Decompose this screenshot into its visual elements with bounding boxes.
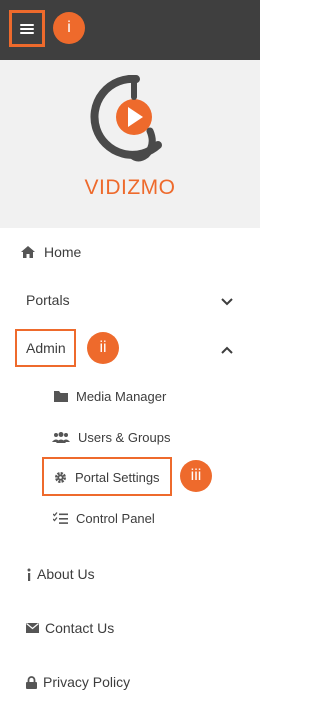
nav-privacy-policy[interactable]: Privacy Policy (25, 672, 130, 692)
gear-icon (53, 471, 67, 484)
chevron-down-icon (220, 294, 234, 310)
privacy-policy-label: Privacy Policy (43, 674, 131, 690)
chevron-up-icon (220, 342, 234, 358)
callout-badge-iii: iii (180, 460, 212, 492)
nav-home-label: Home (44, 244, 82, 260)
callout-badge-i: i (53, 12, 85, 44)
nav-home[interactable]: Home (20, 242, 81, 262)
nav-portal-settings[interactable]: Portal Settings (53, 467, 160, 487)
control-panel-label: Control Panel (76, 510, 155, 526)
brand-name: VIDIZMO (84, 176, 176, 199)
envelope-icon (25, 623, 40, 633)
portal-settings-label: Portal Settings (75, 469, 160, 485)
callout-badge-ii: ii (87, 332, 119, 364)
folder-icon (53, 390, 69, 402)
logo-area: VIDIZMO (0, 60, 260, 228)
nav-portals-label: Portals (26, 292, 70, 308)
users-icon (52, 431, 70, 443)
nav-about-us[interactable]: About Us (25, 564, 95, 584)
lock-icon (25, 675, 38, 689)
menu-toggle-button[interactable] (9, 10, 45, 47)
hamburger-icon (20, 23, 34, 35)
home-icon (20, 246, 36, 258)
media-manager-label: Media Manager (76, 388, 167, 404)
tasks-list-icon (52, 512, 68, 524)
nav-admin[interactable]: Admin (26, 338, 246, 358)
info-icon (25, 568, 33, 581)
nav-media-manager[interactable]: Media Manager (53, 386, 166, 406)
top-bar: i (0, 0, 260, 60)
nav-portals[interactable]: Portals (26, 290, 246, 310)
nav-control-panel[interactable]: Control Panel (52, 508, 155, 528)
nav-admin-label: Admin (26, 340, 66, 356)
about-us-label: About Us (37, 566, 95, 582)
nav-users-groups[interactable]: Users & Groups (52, 427, 170, 447)
users-groups-label: Users & Groups (78, 429, 171, 445)
play-logo-icon (90, 75, 162, 162)
nav-contact-us[interactable]: Contact Us (25, 618, 114, 638)
contact-us-label: Contact Us (45, 620, 115, 636)
